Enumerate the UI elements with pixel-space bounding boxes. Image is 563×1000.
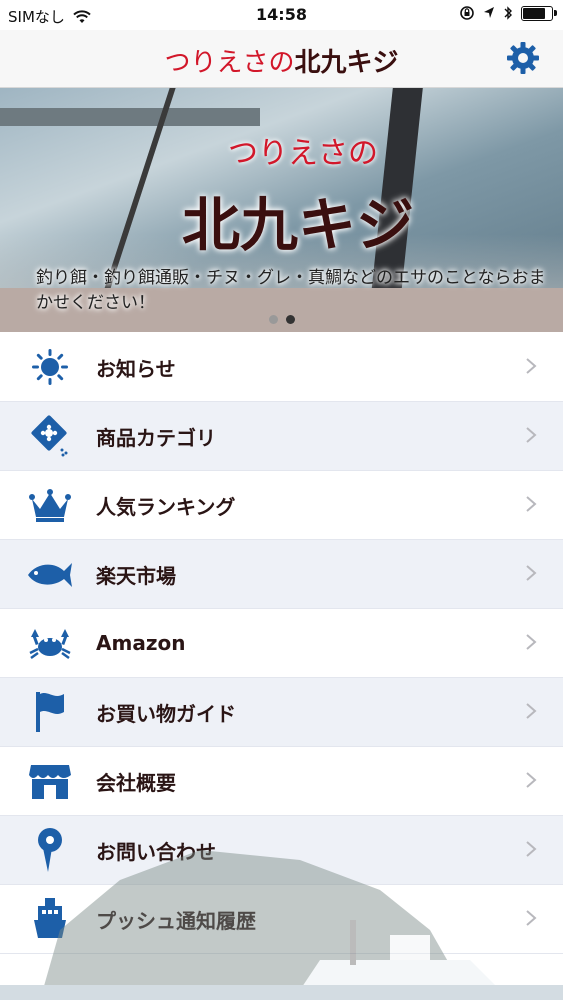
main-menu: お知らせ商品カテゴリ 人気ランキング 楽天市場 Amazon お買い物ガイド 会社概要お問… bbox=[0, 333, 563, 954]
crown-icon bbox=[26, 483, 74, 527]
menu-item[interactable]: お知らせ bbox=[0, 333, 563, 402]
battery-icon bbox=[521, 5, 557, 21]
battery-fill bbox=[523, 7, 546, 19]
menu-item-label: 人気ランキング bbox=[96, 494, 236, 519]
menu-item-label: お買い物ガイド bbox=[96, 701, 236, 726]
ship-icon bbox=[26, 897, 74, 941]
menu-item[interactable]: お買い物ガイド bbox=[0, 678, 563, 747]
crab-icon bbox=[26, 621, 74, 665]
chevron-right-icon bbox=[526, 634, 537, 650]
chevron-right-icon bbox=[526, 427, 537, 443]
status-right bbox=[459, 5, 557, 21]
menu-item[interactable]: 楽天市場 bbox=[0, 540, 563, 609]
sun-icon bbox=[26, 345, 74, 389]
chevron-right-icon bbox=[526, 496, 537, 512]
chevron-right-icon bbox=[526, 703, 537, 719]
menu-item-label: プッシュ通知履歴 bbox=[96, 908, 256, 933]
chevron-right-icon bbox=[526, 565, 537, 581]
chevron-right-icon bbox=[526, 772, 537, 788]
menu-item-label: お問い合わせ bbox=[96, 839, 216, 864]
fish-icon bbox=[26, 552, 74, 596]
page-dot[interactable] bbox=[268, 315, 278, 324]
app-logo: つりえさの北九キジ bbox=[0, 42, 563, 79]
banner-title-dark: 北九キジ bbox=[182, 191, 415, 259]
bait-pack-icon bbox=[26, 414, 74, 458]
menu-item[interactable]: 会社概要 bbox=[0, 747, 563, 816]
gear-icon[interactable] bbox=[505, 40, 541, 76]
status-bar: SIMなし 14:58 bbox=[0, 0, 563, 30]
location-arrow-icon bbox=[484, 7, 494, 18]
nav-bar: つりえさの北九キジ bbox=[0, 30, 563, 88]
flag-icon bbox=[26, 690, 74, 734]
menu-item[interactable]: プッシュ通知履歴 bbox=[0, 885, 563, 954]
orientation-lock-icon bbox=[460, 6, 474, 20]
menu-item-label: Amazon bbox=[96, 631, 186, 655]
bluetooth-icon bbox=[504, 6, 512, 20]
map-pin-icon bbox=[26, 828, 74, 872]
menu-item-label: 楽天市場 bbox=[96, 563, 176, 588]
logo-red-text: つりえさの bbox=[164, 48, 295, 78]
menu-item-label: お知らせ bbox=[96, 356, 176, 381]
hero-banner[interactable]: つりえさの 北九キジ 釣り餌・釣り餌通販・チヌ・グレ・真鯛などのエサのことならお… bbox=[0, 88, 563, 332]
logo-dark-text: 北九キジ bbox=[294, 48, 399, 78]
store-icon bbox=[26, 759, 74, 803]
banner-tagline: 釣り餌・釣り餌通販・チヌ・グレ・真鯛などのエサのことならおまかせください！ bbox=[36, 268, 546, 313]
menu-item[interactable]: 商品カテゴリ bbox=[0, 402, 563, 471]
banner-title-red: つりえさの bbox=[228, 136, 378, 171]
chevron-right-icon bbox=[526, 910, 537, 926]
menu-item[interactable]: Amazon bbox=[0, 609, 563, 678]
menu-item[interactable]: 人気ランキング bbox=[0, 471, 563, 540]
chevron-right-icon bbox=[526, 358, 537, 374]
menu-item[interactable]: お問い合わせ bbox=[0, 816, 563, 885]
menu-item-label: 商品カテゴリ bbox=[96, 425, 216, 450]
banner-pier-shape bbox=[0, 108, 260, 126]
page-dot[interactable] bbox=[285, 315, 295, 324]
page-indicator[interactable] bbox=[0, 315, 563, 324]
chevron-right-icon bbox=[526, 841, 537, 857]
menu-item-label: 会社概要 bbox=[96, 770, 176, 795]
